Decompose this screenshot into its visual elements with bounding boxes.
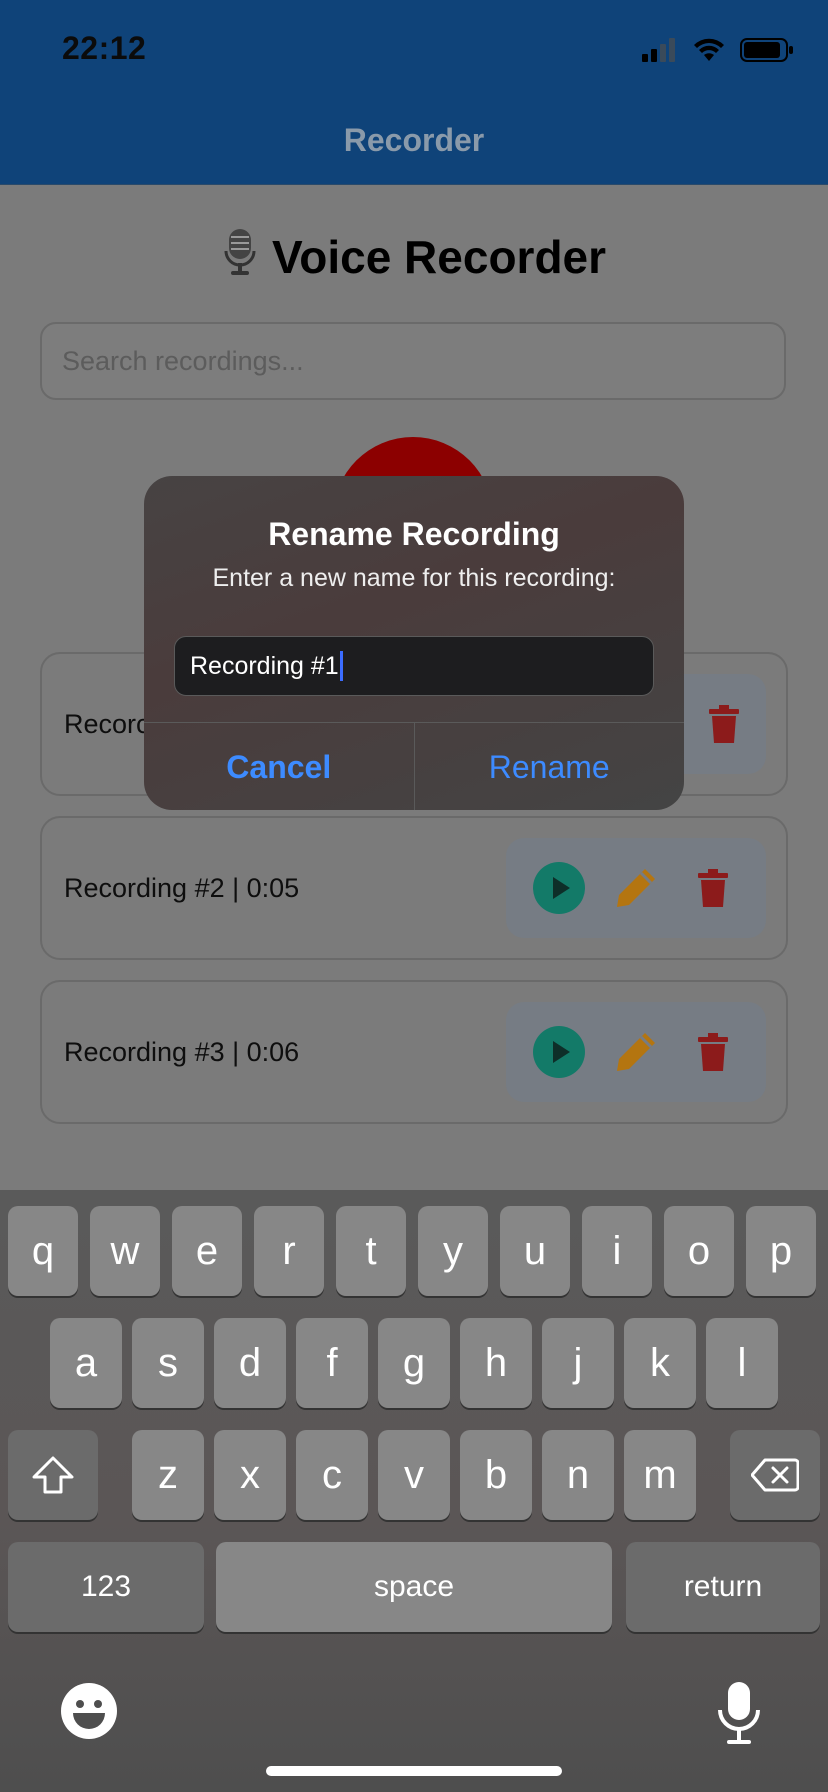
delete-button[interactable] xyxy=(685,1024,741,1080)
recording-label: Recording #2 | 0:05 xyxy=(64,873,300,903)
dialog-message: Enter a new name for this recording: xyxy=(212,564,616,592)
play-icon xyxy=(532,1026,585,1078)
recording-label: Recorc xyxy=(64,709,150,739)
cancel-button[interactable]: Cancel xyxy=(144,723,415,810)
key-r[interactable]: r xyxy=(254,1206,324,1296)
key-z[interactable]: z xyxy=(132,1430,204,1520)
rename-input[interactable]: Recording #1 xyxy=(174,636,654,696)
recording-label: Recording #3 | 0:06 xyxy=(64,1037,300,1067)
rename-input-value: Recording #1 xyxy=(190,651,339,680)
home-indicator[interactable] xyxy=(266,1766,562,1776)
keyboard: q w e r t y u i o p a s d f g h j k l z … xyxy=(0,1190,828,1792)
trash-icon xyxy=(709,705,739,743)
key-a[interactable]: a xyxy=(50,1318,122,1408)
backspace-key[interactable] xyxy=(730,1430,820,1520)
key-o[interactable]: o xyxy=(664,1206,734,1296)
trash-icon xyxy=(698,1033,729,1071)
pencil-icon xyxy=(616,869,655,907)
search-field[interactable] xyxy=(40,322,786,400)
play-button[interactable] xyxy=(531,1024,587,1080)
space-key[interactable]: space xyxy=(216,1542,612,1632)
search-input[interactable] xyxy=(42,324,784,398)
recording-actions xyxy=(506,838,766,938)
return-key[interactable]: return xyxy=(626,1542,820,1632)
wifi-icon xyxy=(694,38,724,61)
status-icons xyxy=(642,36,794,64)
key-x[interactable]: x xyxy=(214,1430,286,1520)
shift-icon xyxy=(32,1456,74,1494)
key-u[interactable]: u xyxy=(500,1206,570,1296)
key-f[interactable]: f xyxy=(296,1318,368,1408)
key-d[interactable]: d xyxy=(214,1318,286,1408)
trash-icon xyxy=(698,869,729,907)
key-j[interactable]: j xyxy=(542,1318,614,1408)
recording-item: Recording #3 | 0:06 xyxy=(40,980,788,1124)
delete-button[interactable] xyxy=(685,860,741,916)
key-g[interactable]: g xyxy=(378,1318,450,1408)
key-s[interactable]: s xyxy=(132,1318,204,1408)
play-button[interactable] xyxy=(531,860,587,916)
edit-button[interactable] xyxy=(608,860,664,916)
text-cursor xyxy=(339,651,343,681)
key-q[interactable]: q xyxy=(8,1206,78,1296)
key-k[interactable]: k xyxy=(624,1318,696,1408)
delete-button[interactable] xyxy=(696,696,752,752)
dialog-actions: Cancel Rename xyxy=(144,722,684,810)
key-n[interactable]: n xyxy=(542,1430,614,1520)
play-icon xyxy=(532,862,585,914)
key-y[interactable]: y xyxy=(418,1206,488,1296)
shift-key[interactable] xyxy=(8,1430,98,1520)
nav-title: Recorder xyxy=(343,122,485,158)
pencil-icon xyxy=(616,1033,655,1071)
rename-dialog: Rename Recording Enter a new name for th… xyxy=(144,476,684,810)
key-i[interactable]: i xyxy=(582,1206,652,1296)
key-p[interactable]: p xyxy=(746,1206,816,1296)
key-h[interactable]: h xyxy=(460,1318,532,1408)
page-title: Voice Recorder xyxy=(0,227,828,288)
key-m[interactable]: m xyxy=(624,1430,696,1520)
emoji-icon[interactable] xyxy=(60,1682,118,1740)
battery-icon xyxy=(740,38,793,62)
edit-button[interactable] xyxy=(608,1024,664,1080)
recording-actions xyxy=(506,1002,766,1102)
key-t[interactable]: t xyxy=(336,1206,406,1296)
key-v[interactable]: v xyxy=(378,1430,450,1520)
dialog-title: Rename Recording xyxy=(268,516,560,552)
key-l[interactable]: l xyxy=(706,1318,778,1408)
key-b[interactable]: b xyxy=(460,1430,532,1520)
key-e[interactable]: e xyxy=(172,1206,242,1296)
navigation-bar: Recorder xyxy=(0,100,828,185)
dictation-mic-icon[interactable] xyxy=(716,1680,762,1746)
cellular-signal-icon xyxy=(642,38,675,62)
page-title-text: Voice Recorder xyxy=(271,231,607,283)
numbers-key[interactable]: 123 xyxy=(8,1542,204,1632)
recording-item: Recording #2 | 0:05 xyxy=(40,816,788,960)
key-w[interactable]: w xyxy=(90,1206,160,1296)
status-bar: 22:12 xyxy=(0,0,828,100)
microphone-icon xyxy=(222,227,258,288)
rename-button[interactable]: Rename xyxy=(415,723,685,810)
key-c[interactable]: c xyxy=(296,1430,368,1520)
backspace-icon xyxy=(751,1458,799,1492)
status-time: 22:12 xyxy=(62,30,147,66)
